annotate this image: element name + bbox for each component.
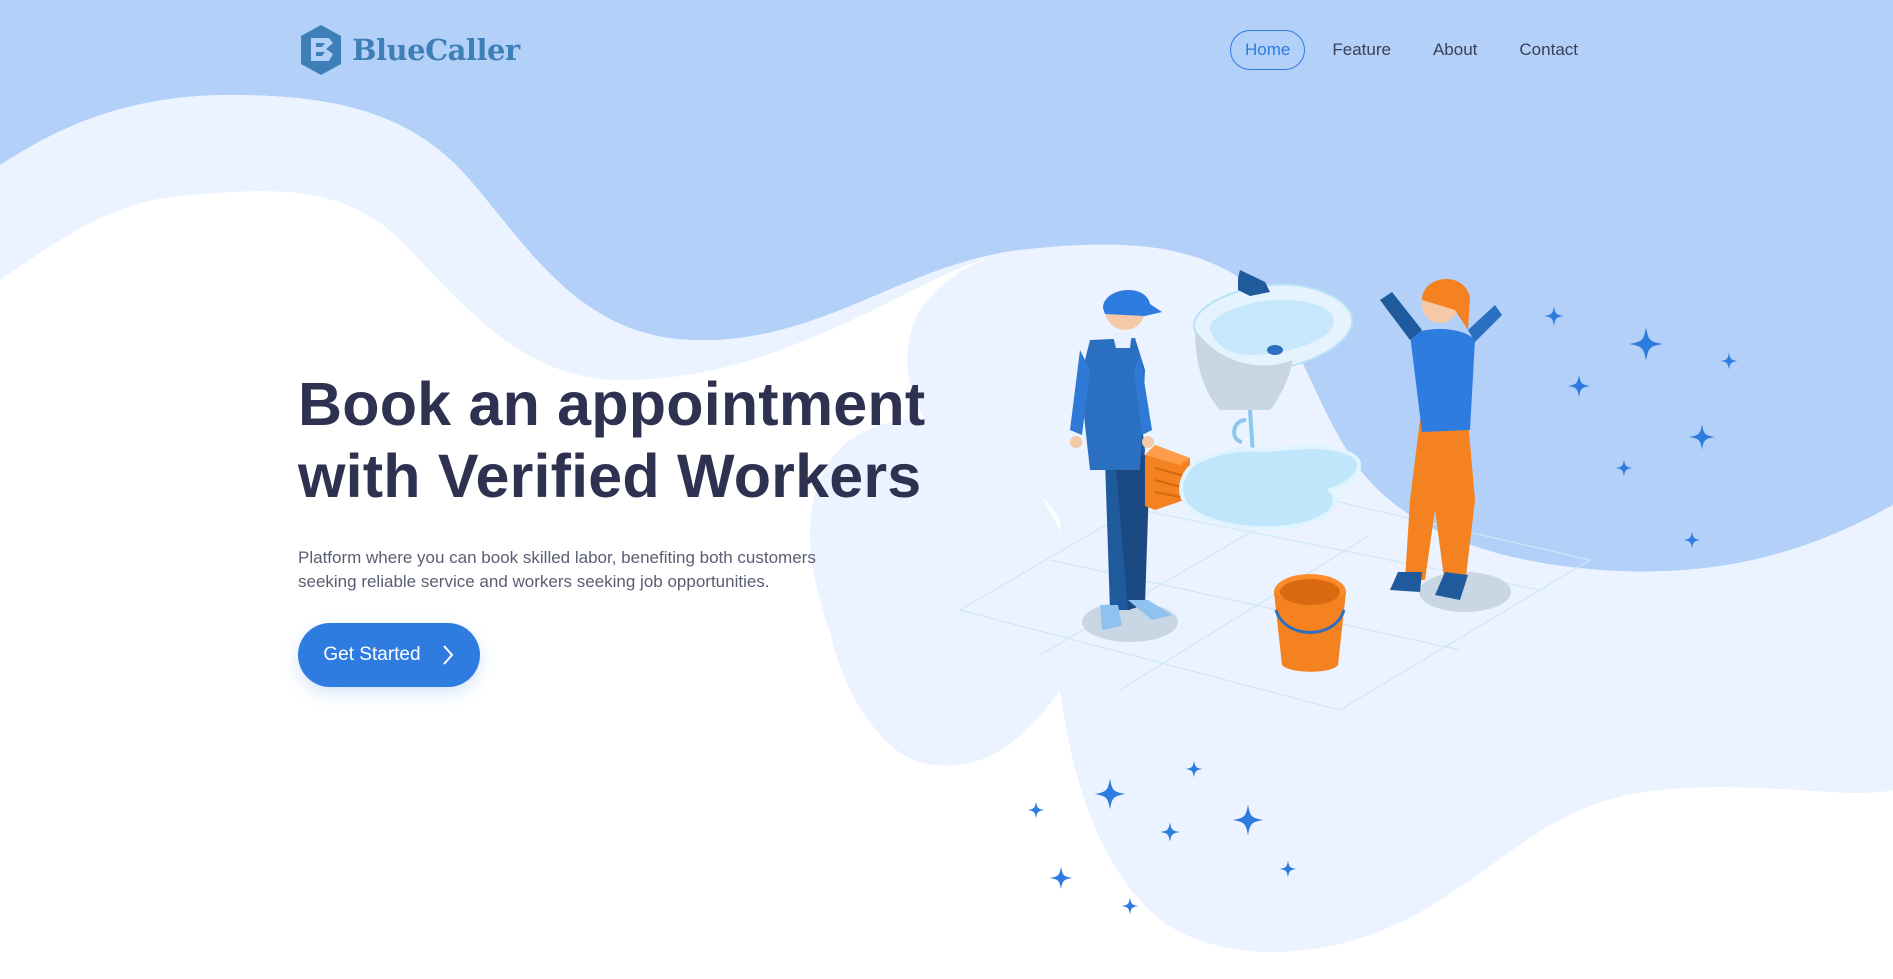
plumber-icon xyxy=(1070,290,1190,642)
get-started-button[interactable]: Get Started xyxy=(298,623,480,687)
main-nav: Home Feature About Contact xyxy=(1230,30,1593,70)
hero-subtitle-line1: Platform where you can book skilled labo… xyxy=(298,548,816,567)
hero-title: Book an appointment with Verified Worker… xyxy=(298,368,1018,512)
leaking-sink-icon xyxy=(1192,270,1353,456)
get-started-label: Get Started xyxy=(323,644,421,665)
nav-home-link[interactable]: Home xyxy=(1230,30,1306,70)
hero-section: Book an appointment with Verified Worker… xyxy=(298,368,1018,594)
site-header: BlueCaller Home Feature About Contact xyxy=(0,0,1893,100)
hero-subtitle-line2: seeking reliable service and workers see… xyxy=(298,572,770,591)
hero-subtitle: Platform where you can book skilled labo… xyxy=(298,546,818,594)
nav-feature-link[interactable]: Feature xyxy=(1317,30,1406,70)
brand-name: BlueCaller xyxy=(352,33,520,67)
hero-title-line1: Book an appointment xyxy=(298,370,926,438)
nav-about-link[interactable]: About xyxy=(1418,30,1492,70)
hero-title-line2: with Verified Workers xyxy=(298,442,922,510)
nav-contact-link[interactable]: Contact xyxy=(1504,30,1593,70)
hero-illustration xyxy=(958,270,1592,711)
hexagon-b-logo-icon xyxy=(301,25,341,75)
chevron-right-icon xyxy=(442,645,453,665)
brand-logo[interactable]: BlueCaller xyxy=(298,20,520,80)
bucket-icon xyxy=(1274,574,1346,672)
water-puddle-icon xyxy=(1179,444,1361,531)
